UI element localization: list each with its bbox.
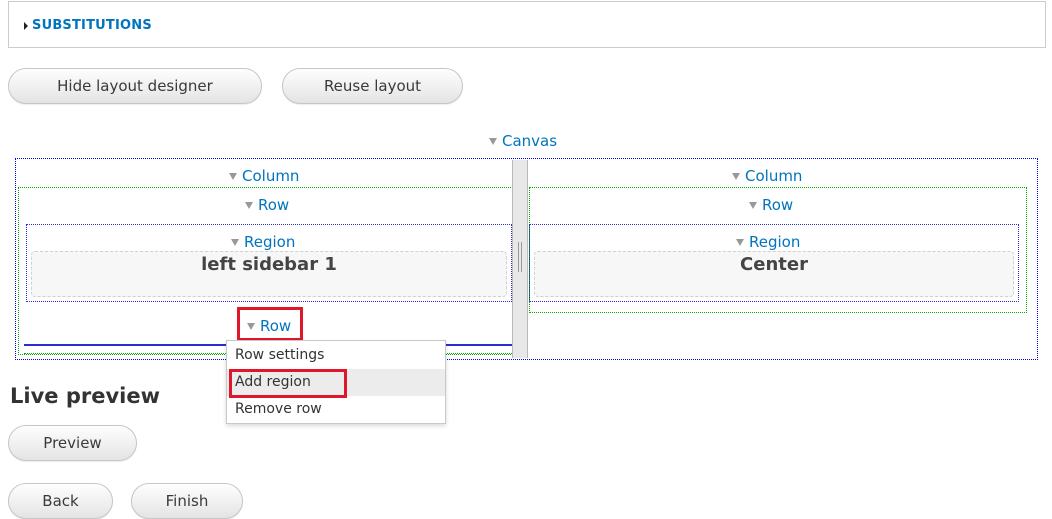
collapse-triangle-icon xyxy=(736,239,744,246)
hide-layout-designer-button[interactable]: Hide layout designer xyxy=(8,68,262,104)
canvas-label[interactable]: Canvas xyxy=(502,132,557,150)
left-region-label[interactable]: Region xyxy=(244,233,295,251)
right-row-label[interactable]: Row xyxy=(762,196,793,214)
left-region-body: left sidebar 1 xyxy=(31,251,507,297)
region-name-center: Center xyxy=(740,254,808,275)
canvas-toggle[interactable]: Canvas xyxy=(489,131,557,150)
right-column-toggle[interactable]: Column xyxy=(732,166,802,185)
right-region-toggle[interactable]: Region xyxy=(736,232,800,251)
menu-item-row-settings[interactable]: Row settings xyxy=(227,342,445,369)
left-column-label[interactable]: Column xyxy=(242,167,299,185)
left-row-label[interactable]: Row xyxy=(258,196,289,214)
collapse-triangle-icon xyxy=(24,22,28,30)
collapse-triangle-icon xyxy=(732,173,740,180)
finish-button[interactable]: Finish xyxy=(131,483,243,519)
collapse-triangle-icon xyxy=(231,239,239,246)
add-region-highlight xyxy=(229,369,347,398)
right-region-label[interactable]: Region xyxy=(749,233,800,251)
back-button[interactable]: Back xyxy=(8,483,113,519)
left-region-toggle[interactable]: Region xyxy=(231,232,295,251)
left-column-toggle[interactable]: Column xyxy=(229,166,299,185)
collapse-triangle-icon xyxy=(247,323,255,330)
right-column-label[interactable]: Column xyxy=(745,167,802,185)
collapse-triangle-icon xyxy=(489,138,497,145)
live-preview-heading: Live preview xyxy=(10,384,160,408)
right-region-body: Center xyxy=(534,251,1014,297)
collapse-triangle-icon xyxy=(229,173,237,180)
splitter-grip-icon[interactable] xyxy=(518,242,522,272)
left-row-toggle[interactable]: Row xyxy=(245,195,289,214)
collapse-triangle-icon xyxy=(245,202,253,209)
column-splitter[interactable] xyxy=(512,160,528,358)
left-second-row-toggle[interactable]: Row xyxy=(247,316,291,335)
left-second-row-label[interactable]: Row xyxy=(260,317,291,335)
menu-item-remove-row[interactable]: Remove row xyxy=(227,396,445,423)
preview-button[interactable]: Preview xyxy=(8,425,137,461)
reuse-layout-button[interactable]: Reuse layout xyxy=(282,68,463,104)
collapse-triangle-icon xyxy=(749,202,757,209)
right-row-toggle[interactable]: Row xyxy=(749,195,793,214)
substitutions-fieldset[interactable]: SUBSTITUTIONS xyxy=(8,1,1046,48)
substitutions-label[interactable]: SUBSTITUTIONS xyxy=(32,18,152,33)
region-name-left-sidebar-1: left sidebar 1 xyxy=(201,254,337,275)
